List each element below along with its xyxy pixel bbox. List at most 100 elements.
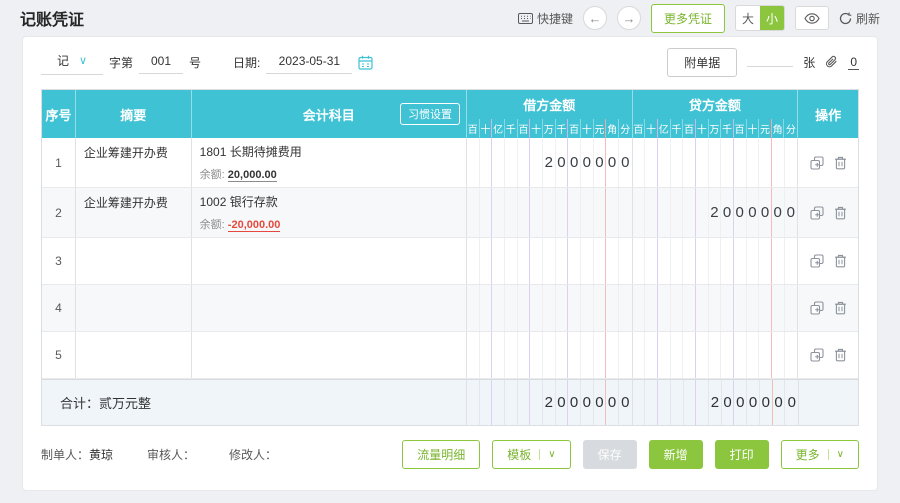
save-button[interactable]: 保存 [582, 440, 637, 469]
voucher-number-input[interactable]: 001 [139, 51, 184, 74]
debit-cell[interactable] [467, 332, 633, 378]
delete-row-icon[interactable] [834, 206, 847, 220]
credit-cell[interactable] [633, 332, 799, 378]
digit-cell [606, 332, 619, 378]
digit-cell: 分 [620, 125, 631, 136]
debit-cell[interactable] [467, 238, 633, 284]
ops-cell [798, 238, 858, 284]
row-seq: 4 [42, 285, 76, 331]
digit-cell: 亿 [658, 119, 671, 138]
digit-cell [683, 138, 696, 187]
delete-row-icon[interactable] [834, 348, 847, 362]
digit-cell [684, 380, 697, 425]
balance-value[interactable]: -20,000.00 [227, 219, 281, 232]
digit-cell: 0 [556, 138, 569, 187]
digit-cell [530, 188, 543, 237]
visibility-button[interactable] [794, 6, 829, 30]
digit-cell [747, 138, 760, 187]
shortcut-keys-label: 快捷键 [536, 11, 573, 26]
digit-cell [696, 238, 709, 284]
digit-cell [734, 285, 747, 331]
ops-cell [798, 138, 858, 187]
subject-cell[interactable]: 1002 银行存款 余额: -20,000.00 [192, 188, 468, 237]
digit-cell [568, 188, 581, 237]
digit-cell: 十 [747, 119, 760, 138]
digit-cell [467, 380, 480, 425]
subject-cell[interactable]: 1801 长期待摊费用 余额: 20,000.00 [192, 138, 468, 187]
credit-cell[interactable] [633, 285, 799, 331]
digit-cell [633, 188, 646, 237]
attach-doc-button[interactable]: 附单据 [667, 47, 738, 77]
size-large-option[interactable]: 大 [736, 6, 760, 30]
flow-detail-button[interactable]: 流量明细 [402, 440, 481, 469]
digit-cell [709, 238, 722, 284]
summary-cell[interactable]: 企业筹建开办费 [76, 138, 192, 187]
shortcut-keys-button[interactable]: 快捷键 [517, 10, 573, 27]
footer-buttons: 流量明细 模板 ∨ 保存 新增 打印 更多 ∨ [402, 440, 859, 469]
copy-row-icon[interactable] [810, 155, 824, 170]
delete-row-icon[interactable] [834, 156, 847, 170]
digit-cell: 十 [530, 119, 543, 138]
size-small-option[interactable]: 小 [759, 6, 784, 30]
next-voucher-button[interactable]: → [616, 6, 641, 30]
subject-cell[interactable] [192, 238, 468, 284]
debit-cell[interactable]: 2000000 [467, 138, 633, 187]
header-debit-label: 借方金额 [523, 98, 576, 113]
subject-cell[interactable] [192, 285, 468, 331]
ops-cell [798, 332, 858, 378]
copy-row-icon[interactable] [810, 348, 824, 362]
summary-cell[interactable] [76, 285, 192, 331]
copy-row-icon[interactable] [810, 301, 824, 315]
credit-cell[interactable]: 2000000 [633, 188, 799, 237]
digit-cell: 0 [606, 138, 619, 187]
print-button[interactable]: 打印 [714, 440, 769, 469]
copy-row-icon[interactable] [810, 254, 824, 268]
credit-cell[interactable] [633, 138, 799, 187]
voucher-type-value: 记 [56, 54, 69, 68]
total-ops-spacer [798, 380, 858, 425]
debit-cell[interactable] [467, 285, 633, 331]
credit-cell[interactable] [633, 238, 799, 284]
summary-cell[interactable] [76, 238, 192, 284]
digit-cell [633, 380, 646, 425]
ops-cell [798, 188, 858, 237]
subject-cell[interactable] [192, 332, 468, 378]
refresh-button[interactable]: 刷新 [839, 10, 880, 27]
digit-cell [619, 188, 632, 237]
digit-cell [505, 380, 518, 425]
digit-cell [671, 138, 684, 187]
header-subject-label: 会计科目 [302, 107, 355, 123]
balance-value[interactable]: 20,000.00 [227, 169, 277, 182]
calendar-icon[interactable] [358, 55, 373, 70]
habit-settings-button[interactable]: 习惯设置 [399, 103, 460, 125]
ops-cell [798, 285, 858, 331]
template-button[interactable]: 模板 ∨ [492, 440, 571, 469]
copy-row-icon[interactable] [810, 205, 824, 220]
prev-voucher-button[interactable]: ← [582, 6, 607, 30]
template-dropdown-chevron[interactable]: ∨ [539, 449, 556, 460]
subject-text: 1801 长期待摊费用 [199, 145, 302, 159]
digit-cell [467, 138, 480, 187]
digit-cell [518, 188, 531, 237]
delete-row-icon[interactable] [834, 301, 847, 315]
voucher-type-select[interactable]: 记 ∨ [41, 49, 103, 75]
more-vouchers-button[interactable]: 更多凭证 [650, 3, 725, 33]
digit-cell [543, 332, 556, 378]
more-button[interactable]: 更多 ∨ [780, 440, 859, 469]
debit-cell[interactable] [467, 188, 633, 237]
add-button[interactable]: 新增 [648, 440, 703, 469]
digit-cell [581, 285, 594, 331]
summary-cell[interactable]: 企业筹建开办费 [76, 188, 192, 237]
top-controls: 快捷键 ← → 更多凭证 大 小 刷新 [517, 3, 880, 33]
attach-count-input[interactable] [747, 58, 794, 67]
summary-text: 企业筹建开办费 [83, 146, 168, 160]
attach-count-link[interactable]: 0 [848, 55, 859, 70]
delete-row-icon[interactable] [834, 254, 847, 268]
date-input[interactable]: 2023-05-31 [266, 51, 353, 74]
digit-cell [492, 285, 505, 331]
auditor-field: 审核人： [147, 446, 195, 463]
summary-cell[interactable] [76, 332, 192, 378]
more-dropdown-chevron[interactable]: ∨ [827, 449, 844, 460]
digit-cell [747, 238, 760, 284]
digit-cell: 0 [773, 380, 786, 425]
